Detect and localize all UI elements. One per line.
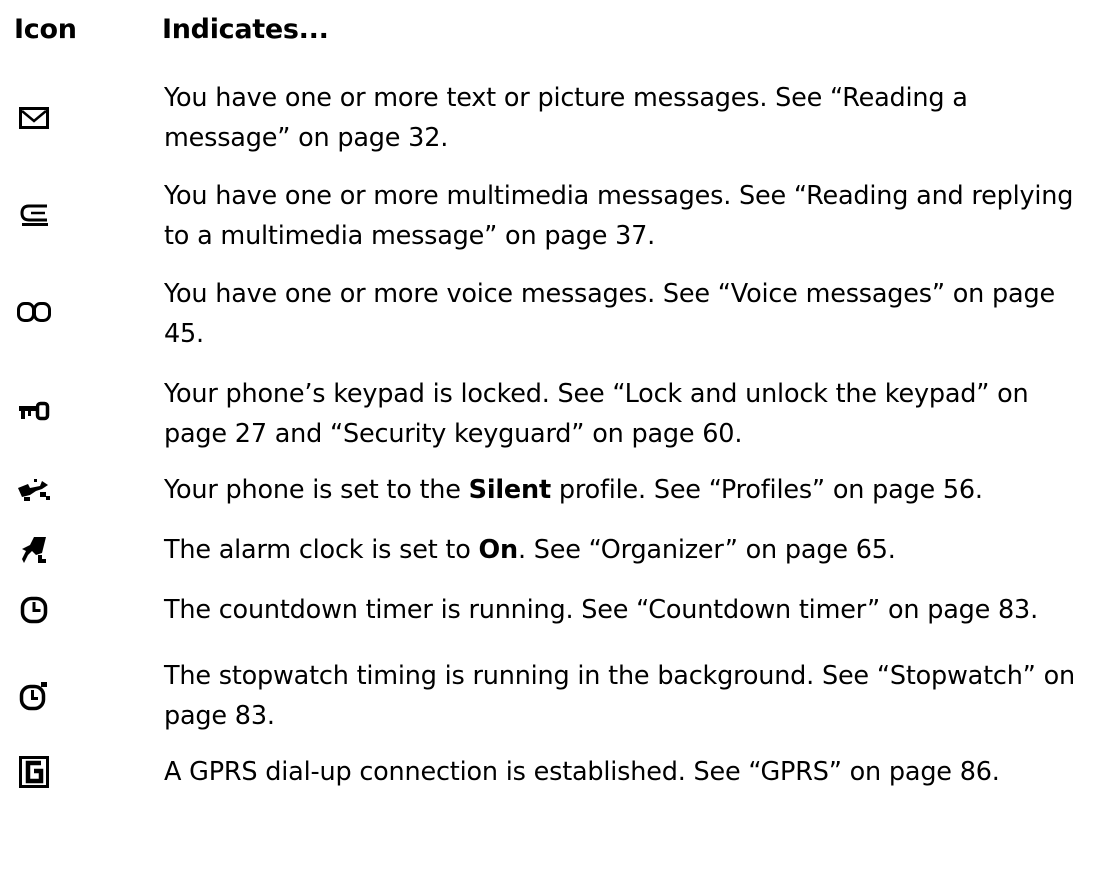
row-description: The countdown timer is running. See “Cou…	[164, 595, 1038, 625]
silent-profile-icon	[14, 470, 54, 510]
table-row: A GPRS dial-up connection is established…	[0, 752, 1105, 792]
row-description: You have one or more text or picture mes…	[164, 83, 968, 153]
row-description: Your phone’s keypad is locked. See “Lock…	[164, 379, 1029, 449]
table-row: Your phone’s keypad is locked. See “Lock…	[0, 374, 1105, 454]
envelope-icon	[14, 98, 54, 138]
row-description: A GPRS dial-up connection is established…	[164, 757, 1000, 787]
row-description: The stopwatch timing is running in the b…	[164, 661, 1075, 731]
table-row: You have one or more voice messages. See…	[0, 274, 1105, 354]
alarm-state: On	[478, 535, 519, 565]
row-description: Your phone is set to the Silent profile.…	[164, 475, 983, 505]
gprs-icon	[14, 752, 54, 792]
voicemail-icon	[14, 292, 54, 332]
alarm-clock-icon	[14, 530, 54, 570]
table-row: You have one or more multimedia messages…	[0, 176, 1105, 256]
stopwatch-icon	[14, 676, 54, 716]
countdown-timer-icon	[14, 590, 54, 630]
table-row: You have one or more text or picture mes…	[0, 78, 1105, 158]
table-row: The alarm clock is set to On. See “Organ…	[0, 530, 1105, 570]
table-row: Your phone is set to the Silent profile.…	[0, 470, 1105, 510]
row-description: The alarm clock is set to On. See “Organ…	[164, 535, 896, 565]
table-row: The countdown timer is running. See “Cou…	[0, 590, 1105, 630]
column-header-icon: Icon	[14, 14, 77, 45]
profile-name: Silent	[468, 475, 551, 505]
table-row: The stopwatch timing is running in the b…	[0, 656, 1105, 736]
multimedia-message-icon	[14, 194, 54, 234]
row-description: You have one or more voice messages. See…	[164, 279, 1055, 349]
key-icon	[14, 392, 54, 432]
column-header-indicates: Indicates...	[162, 14, 329, 45]
row-description: You have one or more multimedia messages…	[164, 181, 1074, 251]
